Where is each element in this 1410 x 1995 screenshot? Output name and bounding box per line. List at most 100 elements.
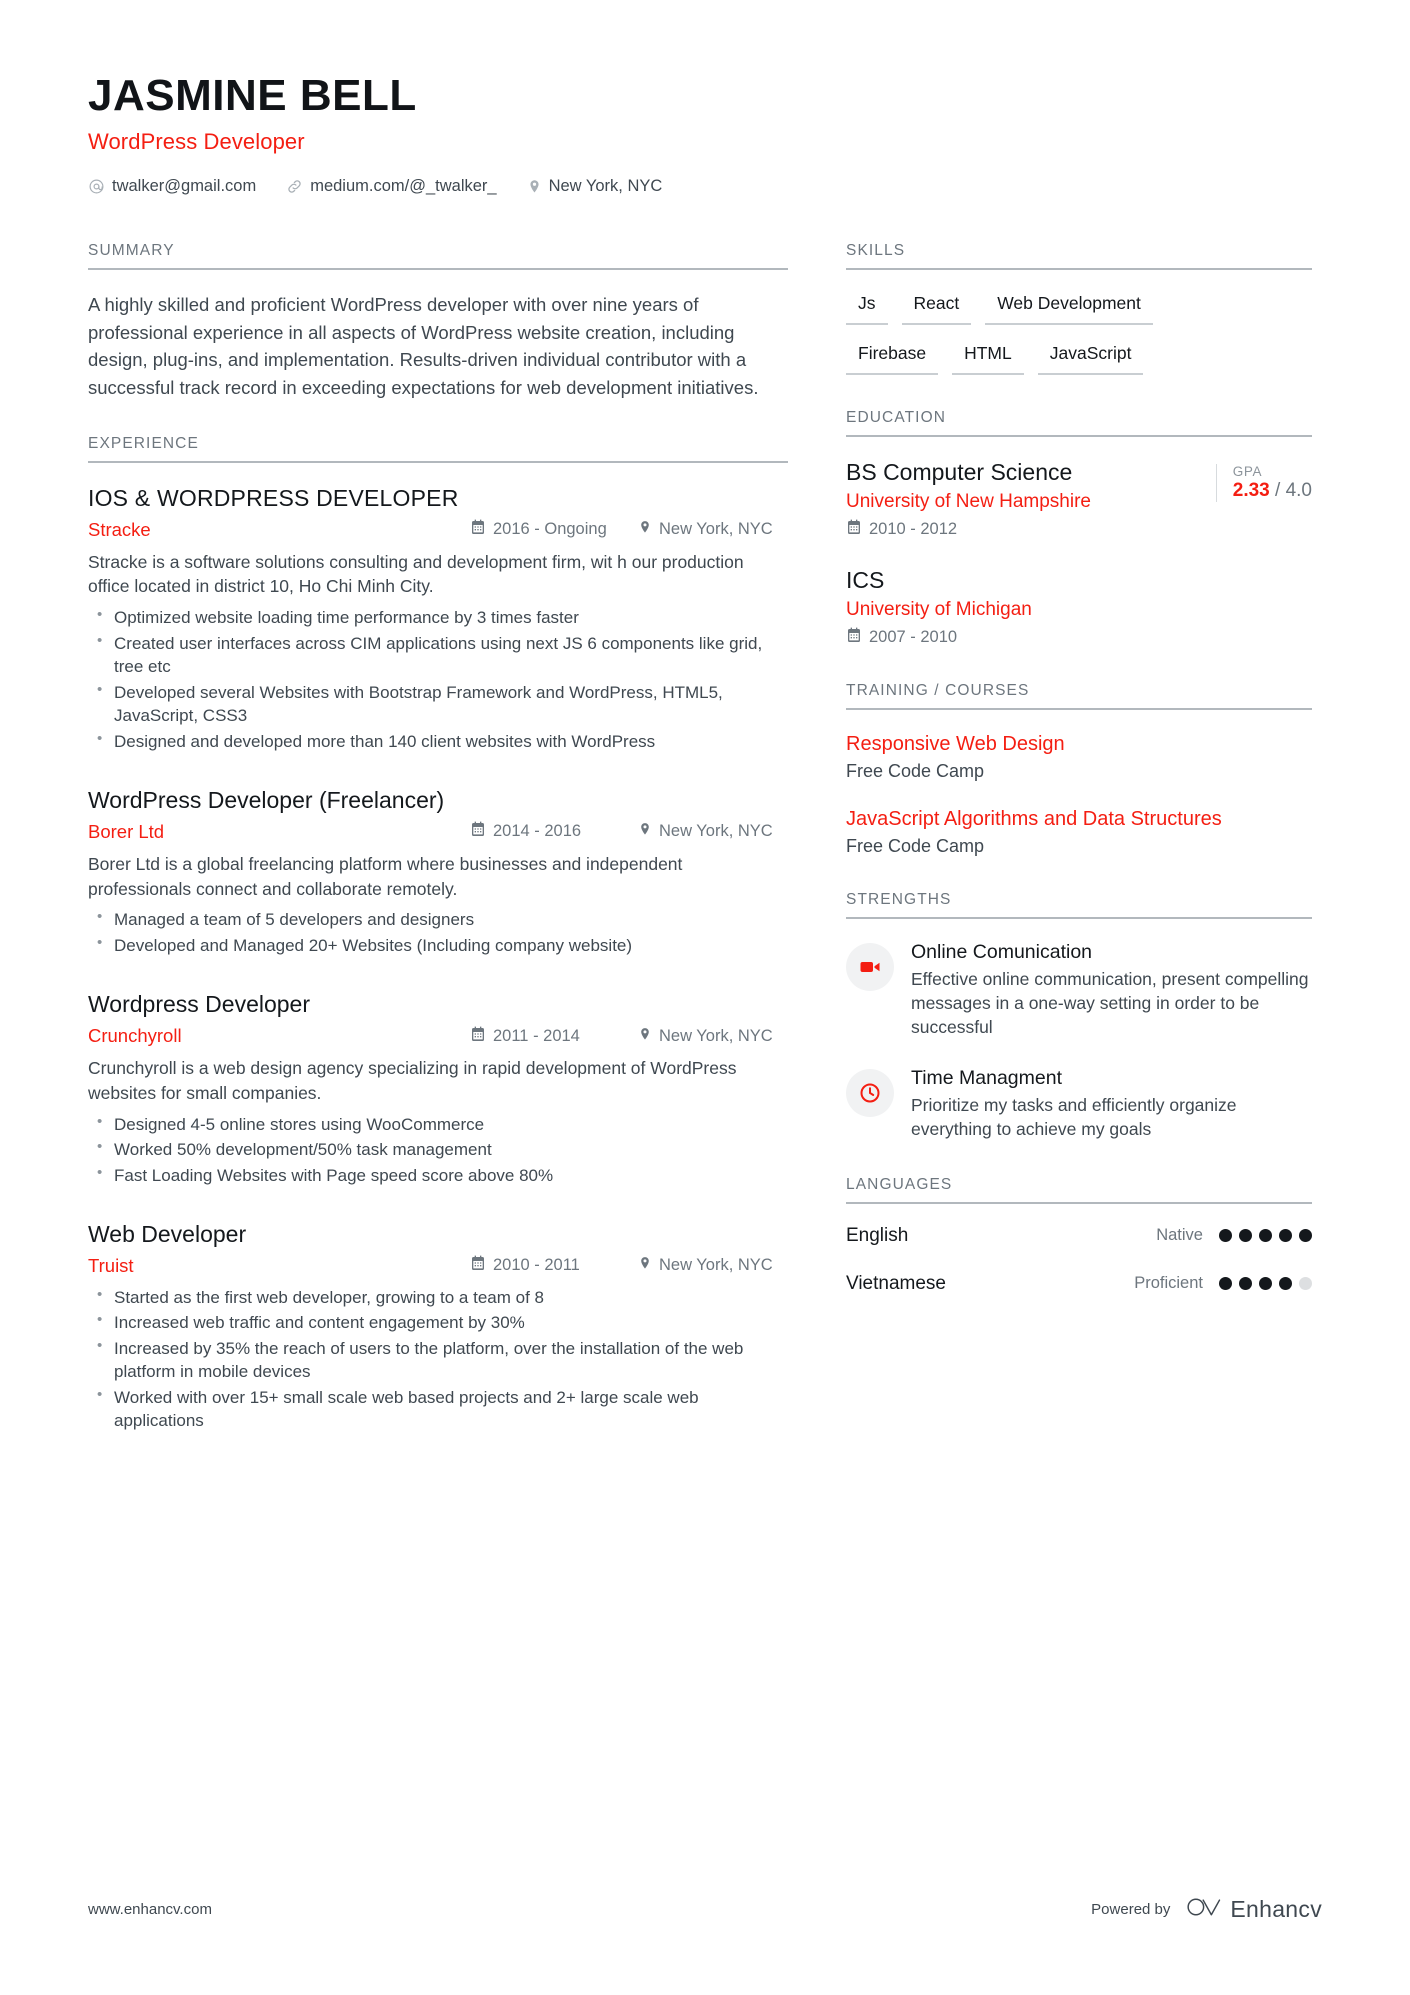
language-level: Native <box>1156 1226 1203 1245</box>
experience-location: New York, NYC <box>638 821 788 842</box>
experience-entry: Web Developer Truist 2010 - 2011 New Yor… <box>88 1220 788 1432</box>
education-date-text: 2007 - 2010 <box>869 627 958 646</box>
strength-description: Prioritize my tasks and efficiently orga… <box>911 1095 1237 1139</box>
contact-email-text: twalker@gmail.com <box>112 177 257 196</box>
experience-location-text: New York, NYC <box>659 1026 773 1045</box>
enhancv-logo-icon <box>1187 1896 1221 1923</box>
experience-title: IOS & WORDPRESS DEVELOPER <box>88 484 459 511</box>
experience-bullets: Designed 4-5 online stores using WooComm… <box>88 1112 788 1187</box>
strength-entry: Time Managment Prioritize my tasks and e… <box>846 1066 1312 1142</box>
education-date-text: 2010 - 2012 <box>869 520 958 539</box>
experience-location-text: New York, NYC <box>659 822 773 841</box>
experience-date: 2016 - Ongoing <box>470 519 638 540</box>
education-date: 2010 - 2012 <box>846 519 1206 540</box>
language-entry: Vietnamese Proficient <box>846 1273 1312 1295</box>
language-level: Proficient <box>1134 1274 1203 1293</box>
experience-location-text: New York, NYC <box>659 1256 773 1275</box>
contact-location-text: New York, NYC <box>548 177 663 196</box>
experience-bullet: Designed and developed more than 140 cli… <box>88 729 788 753</box>
education-main: BS Computer Science University of New Ha… <box>846 458 1206 540</box>
location-pin-icon <box>638 519 652 540</box>
calendar-icon <box>846 627 862 648</box>
right-column: SKILLS Js React Web Development Firebase HT… <box>846 242 1312 1328</box>
summary-section-title: SUMMARY <box>88 242 788 271</box>
education-entry: BS Computer Science University of New Ha… <box>846 458 1312 540</box>
proficiency-dot <box>1259 1229 1272 1243</box>
contact-email[interactable]: twalker@gmail.com <box>88 177 256 196</box>
skills-section-title: SKILLS <box>846 242 1312 271</box>
experience-date-text: 2014 - 2016 <box>493 822 582 841</box>
resume-page: JASMINE BELL WordPress Developer twalker… <box>0 0 1410 1995</box>
strengths-list: Online Comunication Effective online com… <box>846 940 1312 1142</box>
section-training: TRAINING / COURSES Responsive Web Design… <box>846 682 1312 857</box>
strength-body: Online Comunication Effective online com… <box>911 940 1312 1040</box>
skill-chip[interactable]: React <box>901 291 972 326</box>
course-name[interactable]: JavaScript Algorithms and Data Structure… <box>846 806 1312 832</box>
skill-chip[interactable]: Web Development <box>985 291 1153 326</box>
resume-body: SUMMARY A highly skilled and proficient … <box>0 242 1410 1466</box>
experience-entry: IOS & WORDPRESS DEVELOPER Stracke 2016 -… <box>88 484 788 753</box>
experience-date-text: 2011 - 2014 <box>493 1026 580 1045</box>
experience-bullet: Increased web traffic and content engage… <box>88 1310 788 1334</box>
section-strengths: STRENGTHS Online Comunication Effective … <box>846 891 1312 1142</box>
strength-name: Time Managment <box>911 1066 1063 1089</box>
experience-bullet: Started as the first web developer, grow… <box>88 1285 788 1309</box>
experience-date-text: 2010 - 2011 <box>493 1256 580 1275</box>
experience-location: New York, NYC <box>638 1026 788 1047</box>
experience-bullet: Developed and Managed 20+ Websites (Incl… <box>88 933 788 957</box>
summary-text: A highly skilled and proficient WordPres… <box>88 294 759 398</box>
location-pin-icon <box>527 178 542 195</box>
proficiency-dot <box>1239 1229 1252 1243</box>
footer-url[interactable]: www.enhancv.com <box>88 1901 212 1918</box>
experience-bullet: Worked with over 15+ small scale web bas… <box>88 1385 788 1433</box>
skill-chip[interactable]: HTML <box>952 341 1024 376</box>
strength-description: Effective online communication, present … <box>911 969 1309 1037</box>
contact-list: twalker@gmail.com medium.com/@_twalker_ <box>88 177 1322 196</box>
skill-chip[interactable]: Js <box>846 291 888 326</box>
calendar-icon <box>470 1255 486 1276</box>
language-proficiency-dots <box>1219 1229 1312 1243</box>
experience-description: Borer Ltd is a global freelancing platfo… <box>88 853 683 899</box>
email-icon <box>88 178 105 195</box>
section-skills: SKILLS Js React Web Development Firebase HT… <box>846 242 1312 376</box>
section-education: EDUCATION BS Computer Science University… <box>846 409 1312 648</box>
gpa-box: GPA 2.33 / 4.0 <box>1215 464 1312 503</box>
contact-link[interactable]: medium.com/@_twalker_ <box>286 177 497 196</box>
experience-date-text: 2016 - Ongoing <box>493 520 607 539</box>
experience-entry: WordPress Developer (Freelancer) Borer L… <box>88 786 788 957</box>
experience-company: Borer Ltd <box>88 820 165 842</box>
education-degree: ICS <box>846 567 885 594</box>
experience-bullet: Developed several Websites with Bootstra… <box>88 680 788 728</box>
skill-chip[interactable]: JavaScript <box>1037 341 1144 376</box>
experience-section-title: EXPERIENCE <box>88 435 788 463</box>
candidate-role: WordPress Developer <box>88 129 305 155</box>
proficiency-dot <box>1299 1277 1312 1291</box>
experience-bullet: Managed a team of 5 developers and desig… <box>88 907 788 931</box>
experience-description: Stracke is a software solutions consulti… <box>88 551 744 597</box>
experience-bullets: Managed a team of 5 developers and desig… <box>88 907 788 957</box>
location-pin-icon <box>638 821 652 842</box>
skill-chip[interactable]: Firebase <box>846 341 939 376</box>
contact-link-text: medium.com/@_twalker_ <box>310 177 497 196</box>
language-name: Vietnamese <box>846 1272 946 1294</box>
gpa-value: 2.33 / 4.0 <box>1232 480 1312 502</box>
experience-location: New York, NYC <box>638 519 788 540</box>
course-name[interactable]: Responsive Web Design <box>846 731 1312 757</box>
experience-location-text: New York, NYC <box>659 520 773 539</box>
section-summary: SUMMARY A highly skilled and proficient … <box>88 242 788 401</box>
education-main: ICS University of Michigan 2007 - 2010 <box>846 566 1312 648</box>
course-entry: Responsive Web Design Free Code Camp <box>846 731 1312 782</box>
course-provider: Free Code Camp <box>846 835 985 856</box>
training-list: Responsive Web Design Free Code Camp Jav… <box>846 731 1312 857</box>
experience-title: Web Developer <box>88 1221 247 1248</box>
experience-company: Stracke <box>88 518 151 540</box>
proficiency-dot <box>1259 1277 1272 1291</box>
experience-company: Truist <box>88 1254 134 1276</box>
experience-meta: Stracke 2016 - Ongoing New York, NYC <box>88 519 788 541</box>
calendar-icon <box>470 821 486 842</box>
experience-date: 2010 - 2011 <box>470 1255 638 1276</box>
experience-title: WordPress Developer (Freelancer) <box>88 787 445 814</box>
experience-bullets: Optimized website loading time performan… <box>88 605 788 753</box>
link-icon <box>286 178 303 195</box>
experience-list: IOS & WORDPRESS DEVELOPER Stracke 2016 -… <box>88 484 788 1433</box>
